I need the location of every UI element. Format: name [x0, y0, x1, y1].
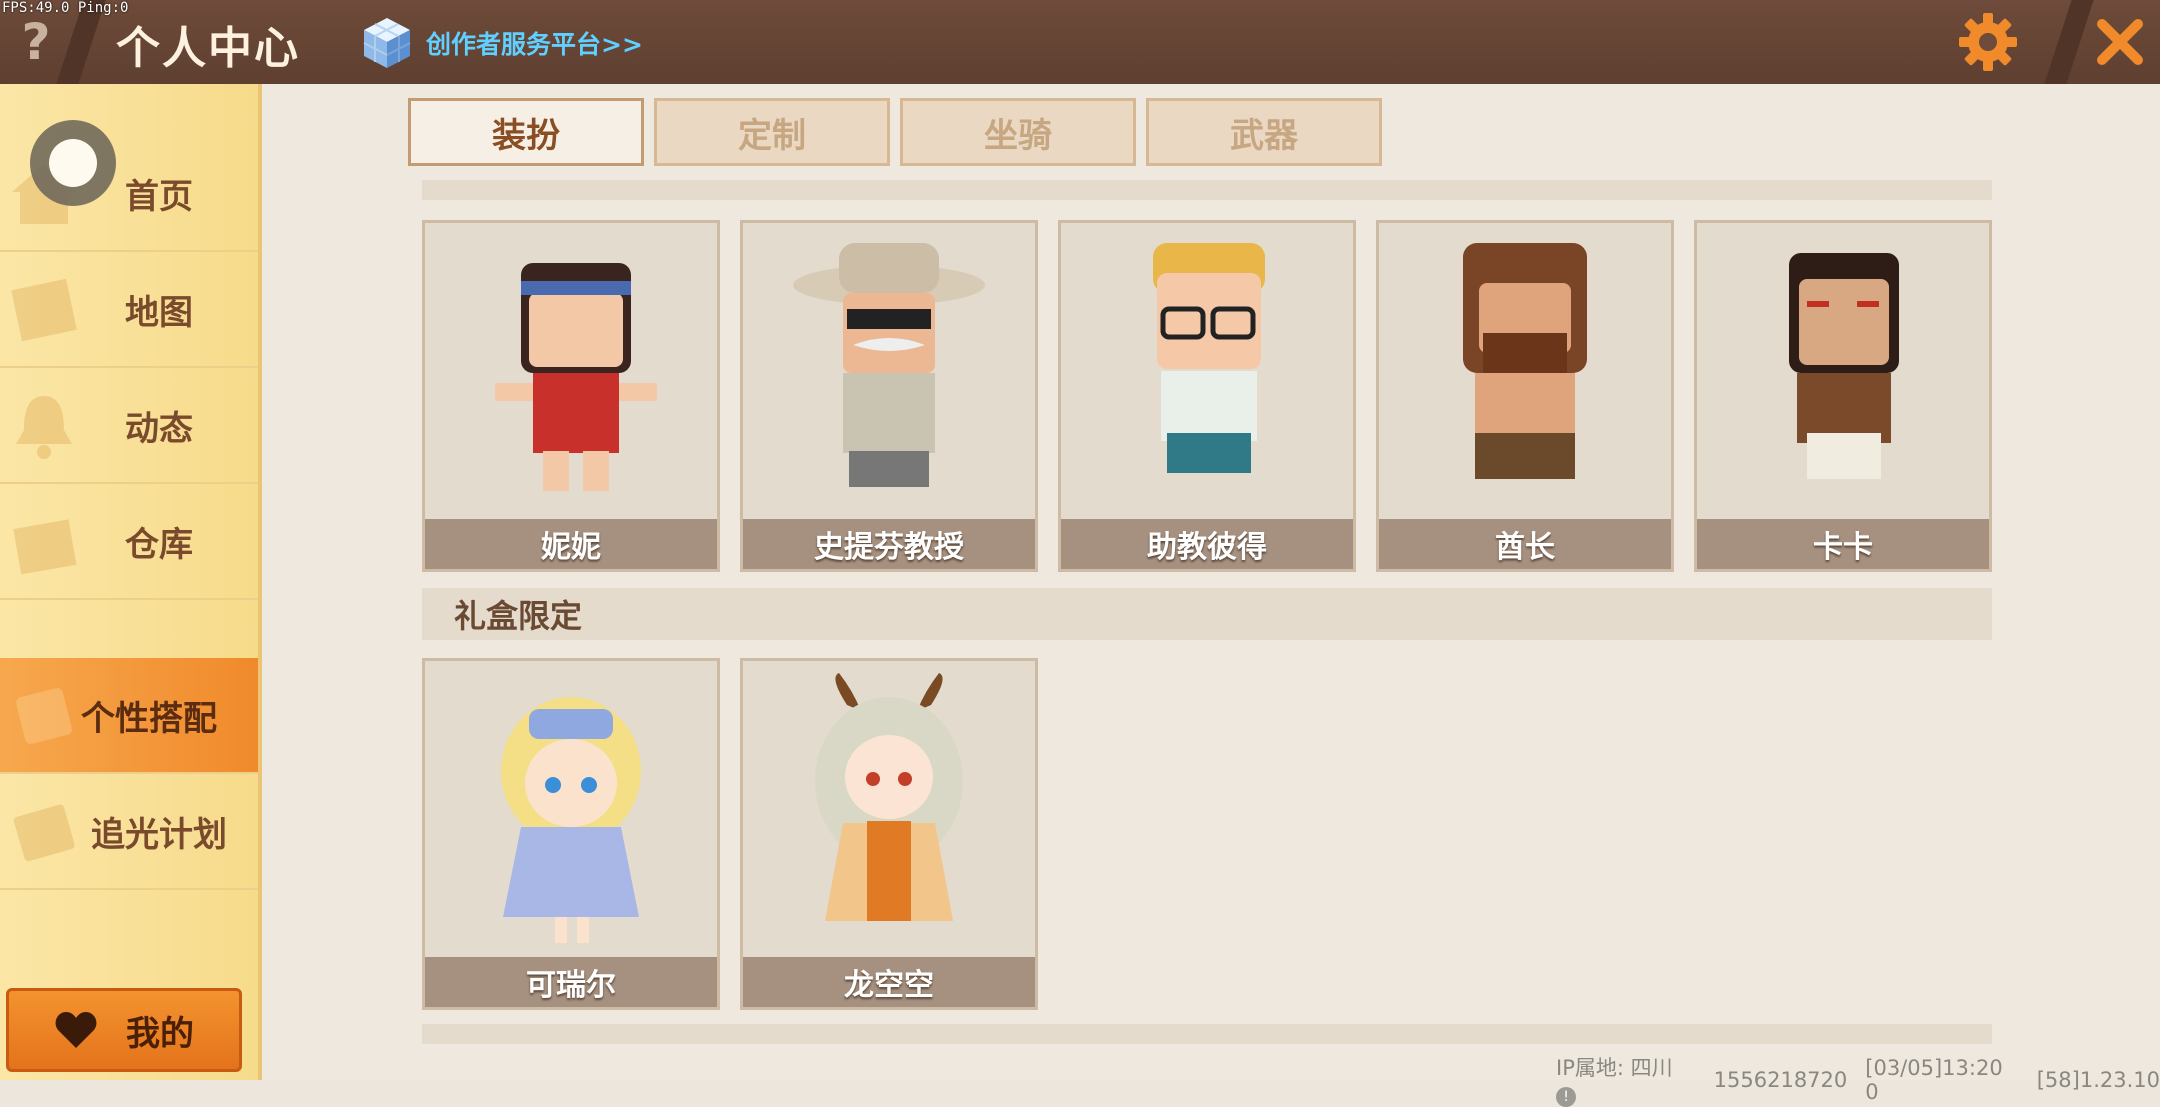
costume-card[interactable]: 酋长 [1376, 220, 1674, 572]
character-figure [495, 263, 657, 491]
card-name-bar: 酋长 [1379, 519, 1671, 569]
costume-name: 酋长 [1495, 530, 1555, 565]
gear-icon [1959, 13, 2017, 71]
character-figure [1463, 243, 1587, 479]
card-name-bar: 可瑞尔 [425, 957, 717, 1007]
costume-name: 助教彼得 [1147, 530, 1267, 565]
character-figure [1789, 253, 1899, 479]
mine-button-label: 我的 [126, 1013, 194, 1054]
sidebar-item-label: 追光计划 [91, 814, 227, 855]
card-name-bar: 助教彼得 [1061, 519, 1353, 569]
main-panel: 装扮 定制 坐骑 武器 妮妮 史提芬教授 助教彼得 酋长 卡卡 礼盒限定 可瑞尔… [262, 84, 2160, 1080]
tab-mount[interactable]: 坐骑 [900, 98, 1136, 166]
sidebar-item-warehouse[interactable]: 仓库 [0, 484, 258, 600]
sidebar-item-label: 个性搭配 [81, 698, 217, 739]
tab-weapon[interactable]: 武器 [1146, 98, 1382, 166]
close-button[interactable] [2084, 6, 2156, 78]
card-name-bar: 妮妮 [425, 519, 717, 569]
sidebar-item-map[interactable]: 地图 [0, 252, 258, 368]
sidebar-item-outfit[interactable]: 个性搭配 [0, 658, 258, 774]
outfit-icon [16, 688, 72, 744]
costume-card[interactable]: 妮妮 [422, 220, 720, 572]
heart-icon [55, 1012, 97, 1048]
character-figure [1153, 243, 1265, 473]
section-header [422, 180, 1992, 200]
section-title: 礼盒限定 [454, 597, 583, 635]
sidebar-item-label: 仓库 [125, 524, 193, 565]
costume-name: 卡卡 [1813, 530, 1873, 565]
bell-icon [16, 396, 72, 459]
mine-button[interactable]: 我的 [6, 988, 242, 1072]
costume-card[interactable]: 助教彼得 [1058, 220, 1356, 572]
help-icon: ? [21, 13, 51, 71]
fps-readout: FPS:49.0 Ping:0 [2, 0, 129, 16]
tab-dress-up[interactable]: 装扮 [408, 98, 644, 166]
sidebar-item-label: 地图 [125, 292, 193, 333]
card-name-bar: 卡卡 [1697, 519, 1989, 569]
costume-name: 可瑞尔 [526, 968, 616, 1003]
section-header [422, 1024, 1992, 1044]
sidebar-item-label: 首页 [125, 176, 193, 217]
warehouse-icon [13, 519, 77, 575]
sidebar-item-activity[interactable]: 动态 [0, 368, 258, 484]
sidebar: 首页 地图 动态 仓库 个性搭配 追光计划 我的 [0, 84, 262, 1080]
cube-icon [363, 18, 411, 68]
tab-bar: 装扮 定制 坐骑 武器 [408, 98, 1382, 168]
star-icon [13, 804, 75, 862]
costume-name: 史提芬教授 [814, 530, 964, 565]
costume-card[interactable]: 可瑞尔 [422, 658, 720, 1010]
card-name-bar: 龙空空 [743, 957, 1035, 1007]
top-bar: ? 个人中心 创作者服务平台>> [0, 0, 2160, 84]
costume-card[interactable]: 史提芬教授 [740, 220, 1038, 572]
close-icon [2097, 19, 2143, 65]
costume-name: 龙空空 [844, 968, 934, 1003]
page-title: 个人中心 [116, 23, 300, 74]
assist-dot [49, 139, 97, 187]
creator-platform-link[interactable]: 创作者服务平台>> [362, 16, 643, 70]
map-icon [11, 278, 77, 342]
character-figure [793, 243, 985, 487]
costume-card[interactable]: 龙空空 [740, 658, 1038, 1010]
sidebar-item-label: 动态 [125, 408, 193, 449]
card-name-bar: 史提芬教授 [743, 519, 1035, 569]
sidebar-item-chase-light[interactable]: 追光计划 [0, 774, 258, 890]
settings-button[interactable] [1952, 6, 2024, 78]
character-figure [501, 697, 641, 943]
character-figure [815, 673, 963, 921]
section-header: 礼盒限定 [422, 588, 1992, 640]
info-icon[interactable]: ! [1556, 1087, 1576, 1107]
tab-custom[interactable]: 定制 [654, 98, 890, 166]
costume-card[interactable]: 卡卡 [1694, 220, 1992, 572]
creator-link-text: 创作者服务平台>> [426, 30, 643, 59]
costume-name: 妮妮 [541, 530, 601, 565]
floating-assist-button[interactable] [30, 120, 116, 206]
